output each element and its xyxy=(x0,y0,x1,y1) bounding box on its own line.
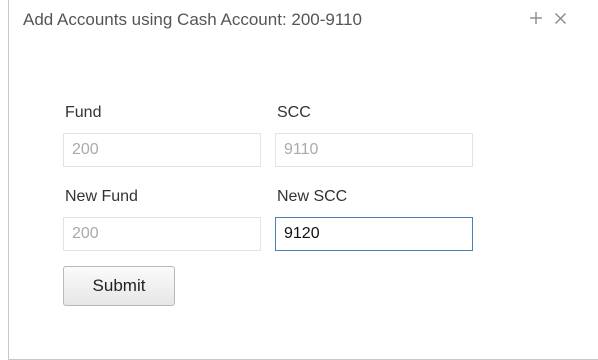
maximize-button[interactable] xyxy=(529,8,543,25)
close-button[interactable] xyxy=(554,8,567,25)
dialog-title: Add Accounts using Cash Account: 200-911… xyxy=(23,10,362,29)
close-icon xyxy=(555,13,566,24)
add-accounts-dialog: Add Accounts using Cash Account: 200-911… xyxy=(8,0,598,360)
fund-label: Fund xyxy=(65,104,102,121)
scc-label: SCC xyxy=(277,104,311,121)
submit-button[interactable]: Submit xyxy=(63,266,175,306)
new-scc-input[interactable] xyxy=(275,217,473,251)
new-fund-label: New Fund xyxy=(65,188,138,205)
new-scc-label: New SCC xyxy=(277,188,348,205)
scc-input[interactable] xyxy=(275,133,473,167)
new-fund-input[interactable] xyxy=(63,217,261,251)
fund-input[interactable] xyxy=(63,133,261,167)
plus-icon xyxy=(530,12,542,24)
